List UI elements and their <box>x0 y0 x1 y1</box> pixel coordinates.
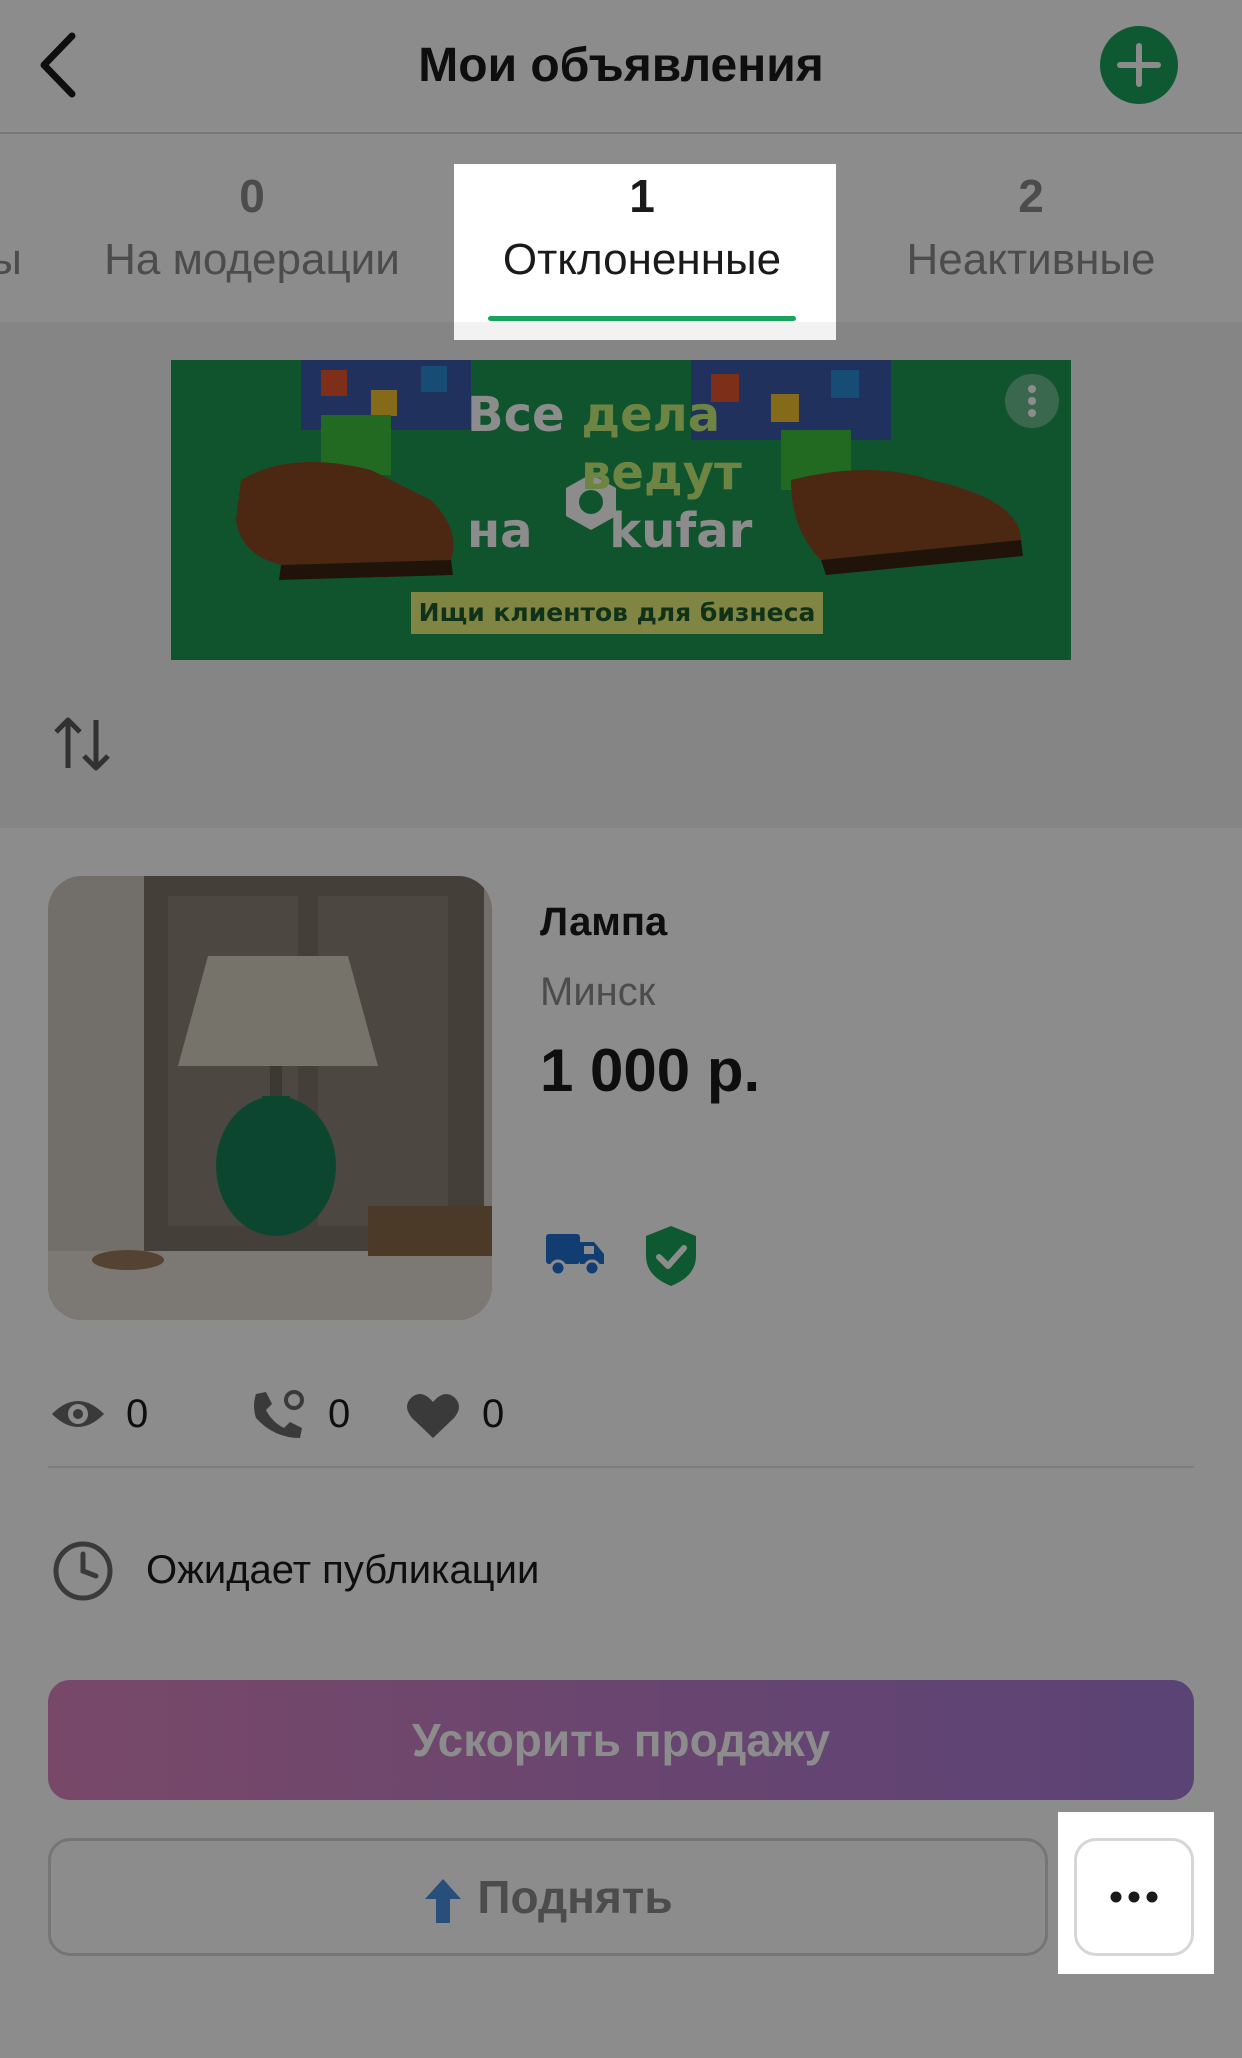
overlay-dim-top <box>0 0 1242 164</box>
tab-label: Отклоненные <box>502 235 782 284</box>
overlay-dim-right <box>836 164 1242 340</box>
more-horizontal-icon <box>1110 1891 1158 1903</box>
tab-count: 1 <box>629 170 655 222</box>
more-options-button[interactable] <box>1074 1838 1194 1956</box>
overlay-dim-bottom-right <box>1214 1812 1242 1974</box>
overlay-dim-bottom <box>0 1974 1242 2058</box>
overlay-dim-left <box>0 164 454 340</box>
active-tab-indicator <box>488 316 796 321</box>
overlay-dim-bottom-left <box>0 1812 1058 1974</box>
overlay-dim-middle <box>0 340 1242 1812</box>
tab-rejected[interactable]: 1 Отклоненные <box>472 164 812 292</box>
